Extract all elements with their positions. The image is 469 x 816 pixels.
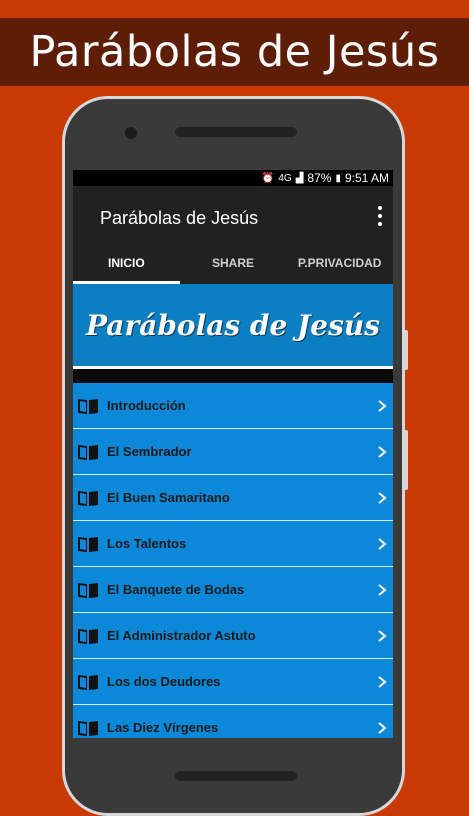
book-icon (77, 627, 99, 645)
divider (73, 369, 393, 383)
tab-inicio[interactable]: INICIO (73, 250, 180, 284)
list-item[interactable]: El Sembrador (73, 429, 393, 475)
chevron-right-icon (375, 445, 389, 459)
book-icon (77, 581, 99, 599)
list-item-label: El Buen Samaritano (107, 490, 230, 505)
list-item[interactable]: Los dos Deudores (73, 659, 393, 705)
list-item-label: Los Talentos (107, 536, 187, 551)
front-camera (125, 127, 137, 139)
chevron-right-icon (375, 399, 389, 413)
list-item-label: El Banquete de Bodas (107, 582, 245, 597)
chevron-right-icon (375, 629, 389, 643)
chevron-right-icon (375, 583, 389, 597)
book-icon (77, 397, 99, 415)
volume-button (402, 330, 408, 370)
tab-share[interactable]: SHARE (180, 250, 287, 284)
list-item[interactable]: Las Diez Vírgenes (73, 705, 393, 738)
promo-banner: Parábolas de Jesús (0, 18, 469, 86)
chevron-right-icon (375, 721, 389, 735)
tab-privacidad[interactable]: P.PRIVACIDAD (286, 250, 393, 284)
earpiece-speaker (175, 127, 297, 137)
hero-title: Parábolas de Jesús (86, 308, 380, 342)
list-item-label: Los dos Deudores (107, 674, 221, 689)
promo-title: Parábolas de Jesús (29, 27, 440, 77)
app-title: Parábolas de Jesús (100, 208, 259, 228)
power-button (402, 430, 408, 490)
overflow-menu-icon[interactable] (377, 206, 383, 226)
chevron-right-icon (375, 675, 389, 689)
hero-banner: Parábolas de Jesús (73, 284, 393, 369)
alarm-icon: ⏰ (261, 172, 275, 184)
parables-list: Introducción El Sembrador El Buen Samarita… (73, 383, 393, 738)
tab-bar: INICIO SHARE P.PRIVACIDAD (73, 250, 393, 284)
list-item-label: Introducción (107, 398, 186, 413)
book-icon (77, 535, 99, 553)
book-icon (77, 489, 99, 507)
list-item-label: Las Diez Vírgenes (107, 720, 219, 735)
list-item[interactable]: Introducción (73, 383, 393, 429)
book-icon (77, 443, 99, 461)
network-type: 4G (278, 172, 292, 184)
list-item[interactable]: El Buen Samaritano (73, 475, 393, 521)
battery-icon: ▮ (335, 172, 341, 184)
status-bar: ⏰ 4G ▟ 87% ▮ 9:51 AM (73, 170, 393, 186)
phone-screen: ⏰ 4G ▟ 87% ▮ 9:51 AM Parábolas de Jesús … (73, 170, 393, 738)
list-item[interactable]: El Administrador Astuto (73, 613, 393, 659)
list-item[interactable]: El Banquete de Bodas (73, 567, 393, 613)
book-icon (77, 719, 99, 737)
battery-percent: 87% (307, 171, 332, 185)
chevron-right-icon (375, 537, 389, 551)
list-item-label: El Sembrador (107, 444, 192, 459)
book-icon (77, 673, 99, 691)
chevron-right-icon (375, 491, 389, 505)
clock: 9:51 AM (344, 171, 389, 185)
bottom-speaker (175, 771, 297, 781)
list-item[interactable]: Los Talentos (73, 521, 393, 567)
signal-icon: ▟ (295, 172, 304, 184)
app-bar: Parábolas de Jesús (73, 186, 393, 250)
list-item-label: El Administrador Astuto (107, 628, 256, 643)
main-content: Parábolas de Jesús Introducción El Sembra… (73, 284, 393, 738)
